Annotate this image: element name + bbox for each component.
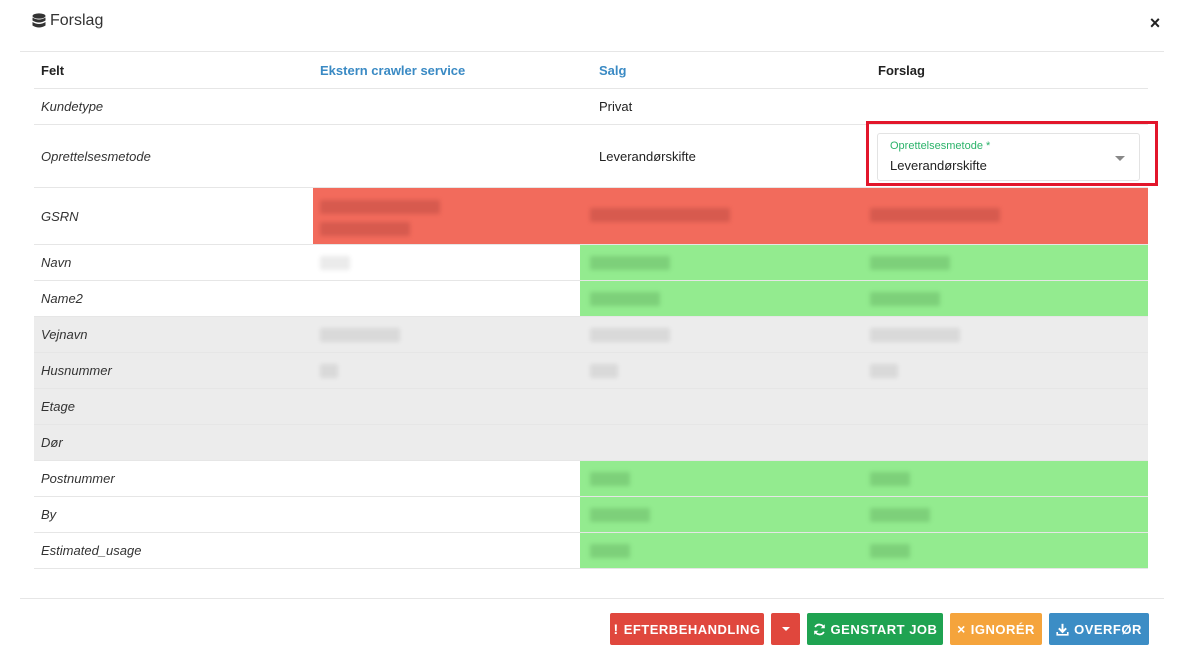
redacted-value bbox=[870, 208, 1000, 222]
caret-down-icon bbox=[781, 627, 790, 631]
efterbehandling-label: EFTERBEHANDLING bbox=[623, 621, 761, 637]
refresh-icon bbox=[813, 623, 825, 635]
redacted-value bbox=[870, 328, 960, 342]
efterbehandling-button[interactable]: ! EFTERBEHANDLING bbox=[610, 613, 764, 645]
genstart-job-label: GENSTART JOB bbox=[830, 621, 938, 637]
match-highlight bbox=[580, 281, 1148, 316]
modal-header: Forslag × bbox=[20, 0, 1164, 52]
row-label: By bbox=[41, 507, 57, 522]
download-icon bbox=[1056, 623, 1069, 636]
row-label: Etage bbox=[41, 399, 75, 414]
redacted-value bbox=[590, 544, 630, 558]
row-label: Estimated_usage bbox=[41, 543, 142, 558]
redacted-value bbox=[590, 328, 670, 342]
redacted-value bbox=[870, 472, 910, 486]
redacted-value bbox=[320, 328, 400, 342]
modal-title: Forslag bbox=[32, 12, 103, 30]
table-row-navn: Navn bbox=[34, 245, 1148, 281]
row-label: Postnummer bbox=[41, 471, 115, 486]
chevron-down-icon[interactable] bbox=[1115, 156, 1125, 161]
redacted-value bbox=[590, 208, 730, 222]
redacted-value bbox=[590, 256, 670, 270]
table-row-dor: Dør bbox=[34, 425, 1148, 461]
ignorer-label: IGNORÉR bbox=[970, 621, 1035, 637]
overfor-label: OVERFØR bbox=[1074, 621, 1142, 637]
efterbehandling-dropdown-button[interactable] bbox=[771, 613, 800, 645]
salg-value: Privat bbox=[599, 99, 633, 114]
row-label: GSRN bbox=[41, 208, 79, 224]
row-label: Kundetype bbox=[41, 99, 104, 114]
overfor-button[interactable]: OVERFØR bbox=[1049, 613, 1149, 645]
redacted-value bbox=[870, 364, 898, 378]
row-label: Vejnavn bbox=[41, 327, 88, 342]
match-highlight bbox=[580, 533, 1148, 568]
redacted-value bbox=[590, 472, 630, 486]
suggestion-table: Felt Ekstern crawler service Salg Forsla… bbox=[34, 52, 1158, 569]
table-row-kundetype: Kundetype Privat bbox=[34, 89, 1148, 125]
redacted-value bbox=[590, 292, 660, 306]
row-label: Name2 bbox=[41, 291, 83, 306]
table-row-name2: Name2 bbox=[34, 281, 1148, 317]
ignorer-button[interactable]: × IGNORÉR bbox=[950, 613, 1042, 645]
redacted-value bbox=[320, 364, 338, 378]
header-ekstern-crawler-service[interactable]: Ekstern crawler service bbox=[313, 52, 592, 88]
redacted-value bbox=[870, 292, 940, 306]
row-label: Navn bbox=[41, 255, 72, 270]
table-row-vejnavn: Vejnavn bbox=[34, 317, 1148, 353]
select-value: Leverandørskifte bbox=[890, 158, 987, 173]
redacted-value bbox=[320, 222, 410, 236]
database-icon bbox=[32, 13, 46, 28]
table-row-postnummer: Postnummer bbox=[34, 461, 1148, 497]
table-row-etage: Etage bbox=[34, 389, 1148, 425]
modal-footer-divider bbox=[20, 598, 1164, 599]
redacted-value bbox=[870, 544, 910, 558]
exclamation-icon: ! bbox=[613, 621, 619, 637]
redacted-value bbox=[320, 200, 440, 214]
header-salg[interactable]: Salg bbox=[592, 52, 871, 88]
close-button[interactable]: × bbox=[1146, 14, 1164, 32]
redacted-value bbox=[590, 364, 618, 378]
row-label: Oprettelsesmetode bbox=[41, 148, 151, 164]
close-icon: × bbox=[957, 621, 966, 637]
redacted-value bbox=[320, 256, 350, 270]
modal-title-text: Forslag bbox=[50, 12, 104, 29]
row-label: Dør bbox=[41, 435, 63, 450]
table-header: Felt Ekstern crawler service Salg Forsla… bbox=[34, 52, 1148, 89]
table-row-by: By bbox=[34, 497, 1148, 533]
header-felt: Felt bbox=[41, 62, 65, 78]
redacted-value bbox=[870, 256, 950, 270]
genstart-job-button[interactable]: GENSTART JOB bbox=[807, 613, 943, 645]
match-highlight bbox=[580, 497, 1148, 532]
header-forslag: Forslag bbox=[878, 62, 925, 78]
row-label: Husnummer bbox=[41, 363, 112, 378]
table-row-husnummer: Husnummer bbox=[34, 353, 1148, 389]
select-label: Oprettelsesmetode * bbox=[890, 140, 991, 152]
salg-value: Leverandørskifte bbox=[599, 148, 696, 164]
redacted-value bbox=[870, 508, 930, 522]
table-row-gsrn: GSRN bbox=[34, 188, 1148, 245]
table-row-estimated-usage: Estimated_usage bbox=[34, 533, 1148, 569]
oprettelsesmetode-select[interactable]: Oprettelsesmetode * Leverandørskifte bbox=[877, 133, 1140, 181]
table-row-oprettelsesmetode: Oprettelsesmetode Leverandørskifte Opret… bbox=[34, 121, 1158, 188]
match-highlight bbox=[580, 461, 1148, 496]
conflict-highlight bbox=[313, 188, 1148, 244]
redacted-value bbox=[590, 508, 650, 522]
